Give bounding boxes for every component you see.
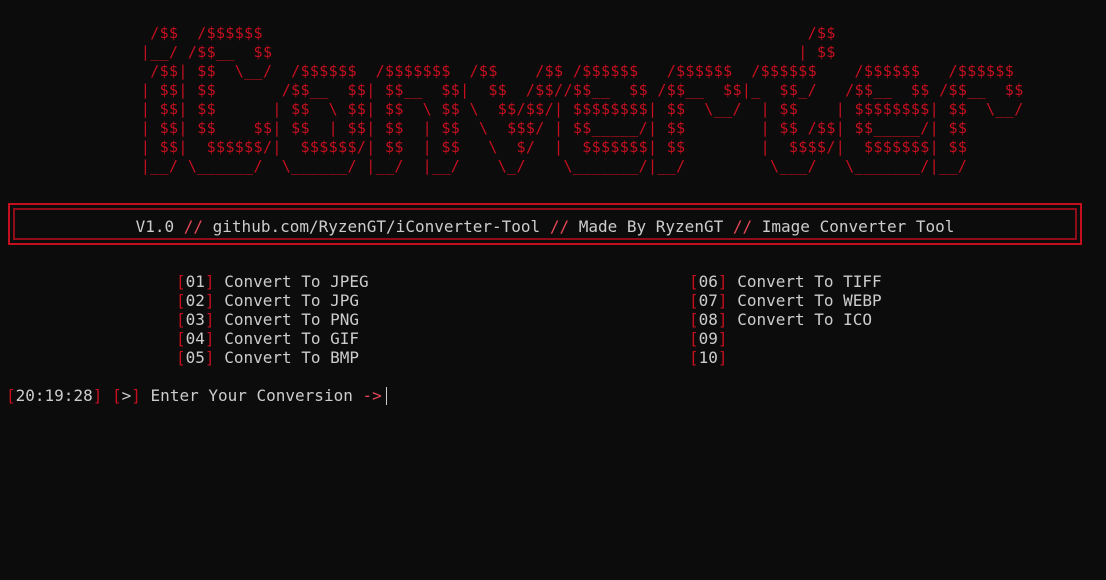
option-number: 07	[698, 291, 718, 310]
option-label: Convert To PNG	[224, 310, 360, 329]
option-number: 04	[185, 329, 205, 348]
prompt-symbol: >	[121, 386, 132, 405]
separator: //	[549, 217, 570, 236]
menu-option-03: [03] Convert To PNG	[176, 310, 360, 329]
option-number: 10	[698, 348, 718, 367]
text-cursor[interactable]	[385, 387, 387, 405]
menu-option-07: [07] Convert To WEBP	[689, 291, 882, 310]
option-label: Convert To GIF	[224, 329, 360, 348]
banner-line: |__/ /$$__ $$ | $$	[0, 43, 836, 61]
banner-line: /$$| $$ \__/ /$$$$$$ /$$$$$$$ /$$ /$$ /$…	[0, 62, 1015, 80]
option-number: 09	[698, 329, 718, 348]
banner-line: |__/ \______/ \______/ |__/ |__/ \_/ \__…	[0, 157, 968, 175]
prompt-text: Enter Your Conversion	[150, 386, 353, 405]
option-label: Convert To JPEG	[224, 272, 369, 291]
menu-option-09: [09]	[689, 329, 728, 348]
input-prompt-line[interactable]: [20:19:28] [>] Enter Your Conversion ->	[6, 386, 387, 405]
author-label: Made By RyzenGT	[578, 217, 724, 236]
banner-line: | $$| $$ $$| $$ | $$| $$ | $$ \ $$$/ | $…	[0, 119, 968, 137]
version-label: V1.0	[135, 217, 175, 236]
option-number: 01	[185, 272, 205, 291]
banner-line: | $$| $$ /$$__ $$| $$__ $$| $$ /$$//$$__…	[0, 81, 1024, 99]
banner-line: | $$| $$ | $$ \ $$| $$ \ $$ \ $$/$$/| $$…	[0, 100, 1024, 118]
menu-option-06: [06] Convert To TIFF	[689, 272, 882, 291]
option-label: Convert To TIFF	[737, 272, 882, 291]
prompt-arrow: ->	[362, 386, 382, 405]
menu-option-04: [04] Convert To GIF	[176, 329, 360, 348]
github-link: github.com/RyzenGT/iConverter-Tool	[212, 217, 541, 236]
separator: //	[183, 217, 204, 236]
option-label: Convert To WEBP	[737, 291, 882, 310]
banner-line: /$$ /$$$$$$ /$$	[0, 24, 836, 42]
option-label: Convert To ICO	[737, 310, 873, 329]
info-line: V1.0 // github.com/RyzenGT/iConverter-To…	[10, 217, 1080, 236]
ascii-art-banner: /$$ /$$$$$$ /$$ |__/ /$$__ $$ | $$ /$$| …	[0, 24, 1024, 176]
banner-line: | $$| $$$$$$/| $$$$$$/| $$ | $$ \ $/ | $…	[0, 138, 968, 156]
menu-option-05: [05] Convert To BMP	[176, 348, 360, 367]
option-number: 08	[698, 310, 718, 329]
menu-option-01: [01] Convert To JPEG	[176, 272, 369, 291]
option-number: 02	[185, 291, 205, 310]
separator: //	[732, 217, 753, 236]
option-number: 06	[698, 272, 718, 291]
timestamp: 20:19:28	[15, 386, 93, 405]
info-box: V1.0 // github.com/RyzenGT/iConverter-To…	[8, 203, 1082, 245]
option-number: 05	[185, 348, 205, 367]
option-label: Convert To BMP	[224, 348, 360, 367]
menu-option-02: [02] Convert To JPG	[176, 291, 360, 310]
tool-name-label: Image Converter Tool	[761, 217, 955, 236]
menu-option-10: [10]	[689, 348, 728, 367]
option-label: Convert To JPG	[224, 291, 360, 310]
option-number: 03	[185, 310, 205, 329]
menu-option-08: [08] Convert To ICO	[689, 310, 873, 329]
